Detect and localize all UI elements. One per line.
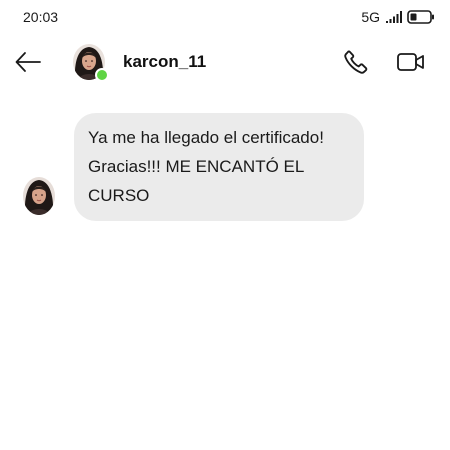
message-text-line: Ya me ha llegado el certificado! <box>88 128 324 147</box>
network-type: 5G <box>361 9 380 25</box>
signal-icon <box>386 11 402 23</box>
online-status-indicator <box>95 68 109 82</box>
sender-avatar[interactable] <box>23 177 55 215</box>
chat-header: karcon_11 <box>0 40 450 88</box>
video-call-button[interactable] <box>393 48 429 80</box>
status-indicators: 5G <box>361 9 435 25</box>
voice-call-button[interactable] <box>340 48 372 80</box>
battery-icon <box>407 10 435 24</box>
phone-icon <box>342 48 370 81</box>
status-bar: 20:03 5G <box>0 0 450 36</box>
video-camera-icon <box>396 50 426 79</box>
arrow-left-icon <box>14 51 42 78</box>
message-text-line: CURSO <box>88 186 150 205</box>
status-time: 20:03 <box>23 9 59 25</box>
message-text-line: Gracias!!! ME ENCANTÓ EL <box>88 157 305 176</box>
message-bubble[interactable]: Ya me ha llegado el certificado! Gracias… <box>74 113 364 221</box>
back-button[interactable] <box>12 48 44 80</box>
header-avatar[interactable] <box>73 44 109 82</box>
contact-username[interactable]: karcon_11 <box>123 52 206 72</box>
